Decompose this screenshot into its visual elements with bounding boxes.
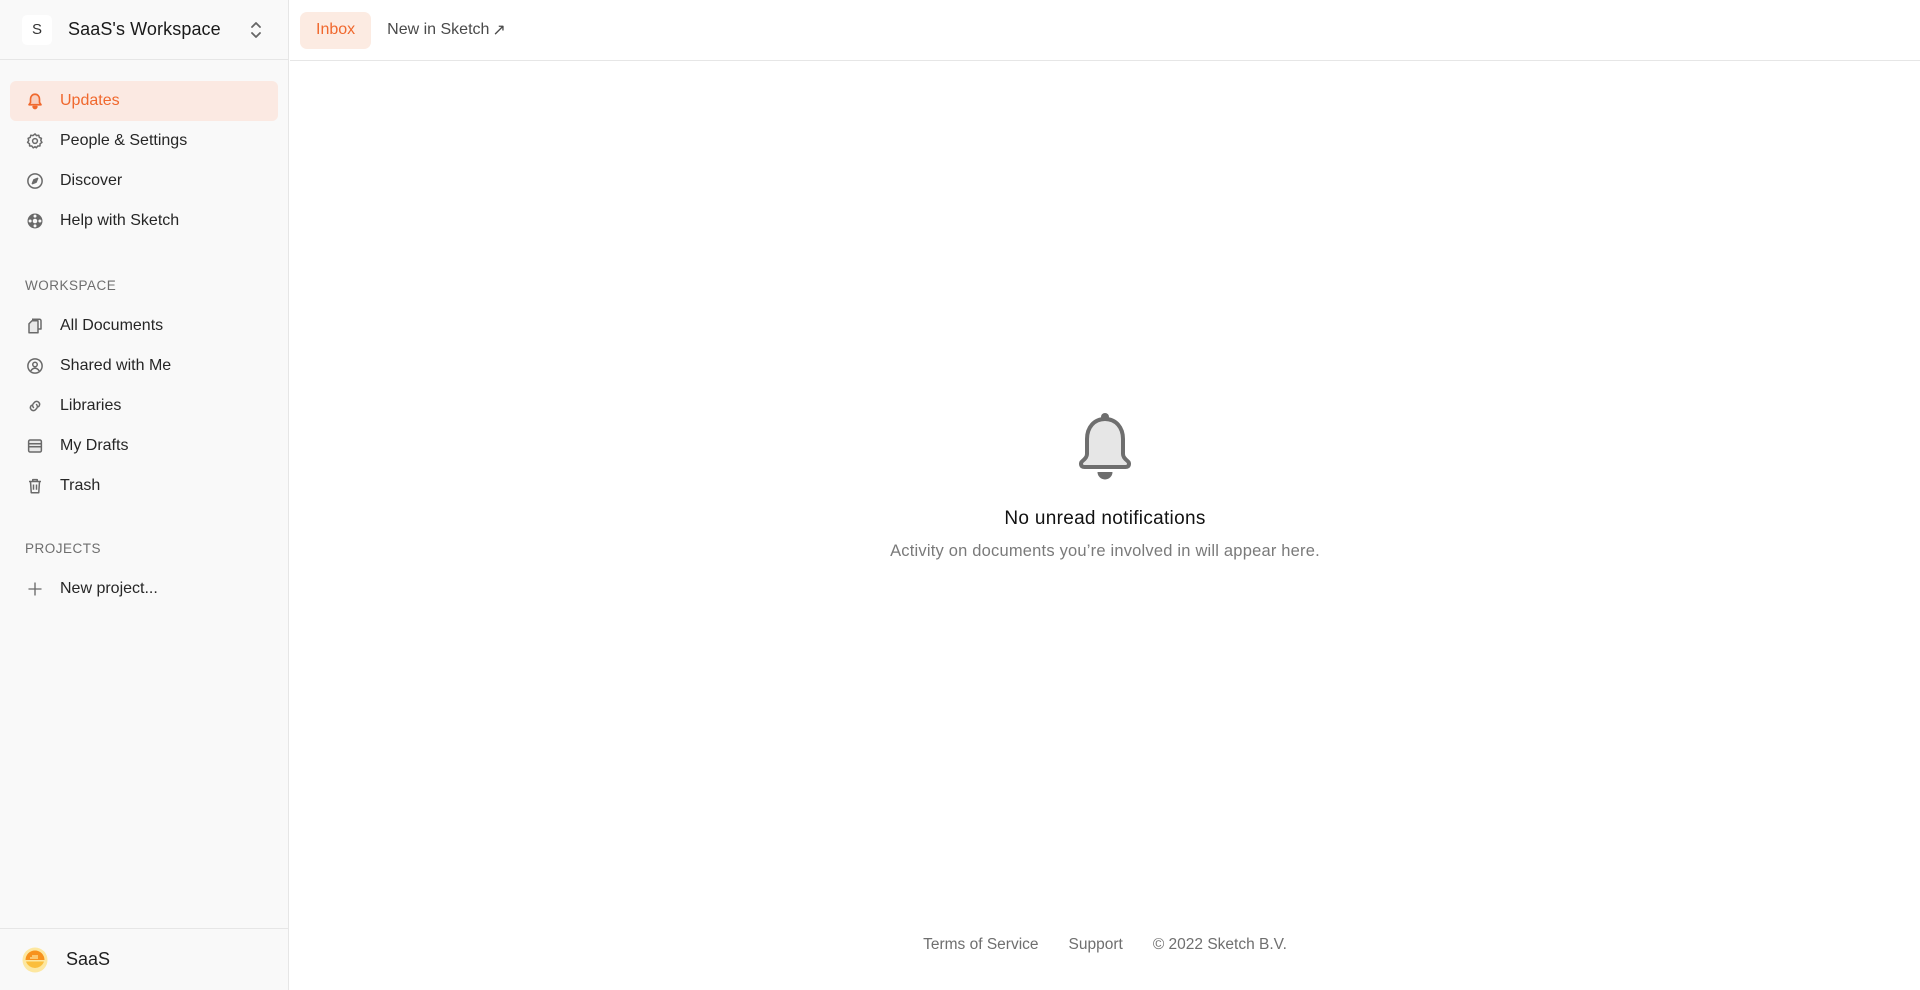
- trash-icon: [25, 476, 45, 496]
- empty-state: No unread notifications Activity on docu…: [290, 410, 1920, 561]
- compass-icon: [25, 171, 45, 191]
- sidebar-item-discover[interactable]: Discover: [10, 161, 278, 201]
- drafts-icon: [25, 436, 45, 456]
- lifebuoy-icon: [25, 211, 45, 231]
- sidebar-item-all-documents[interactable]: All Documents: [10, 306, 278, 346]
- sidebar-item-label: My Drafts: [60, 437, 129, 454]
- sidebar-item-label: Updates: [60, 92, 120, 109]
- primary-nav: Updates People & Settings Discover Help …: [0, 60, 288, 609]
- sidebar-item-label: Libraries: [60, 397, 122, 414]
- user-menu[interactable]: SaaS: [0, 928, 289, 990]
- user-avatar: [22, 947, 48, 973]
- support-link[interactable]: Support: [1069, 936, 1123, 954]
- sidebar-item-my-drafts[interactable]: My Drafts: [10, 426, 278, 466]
- top-bar: Inbox New in Sketch ↗: [290, 0, 1920, 61]
- link-icon: [25, 396, 45, 416]
- empty-state-subtitle: Activity on documents you’re involved in…: [890, 542, 1320, 560]
- sidebar-item-shared-with-me[interactable]: Shared with Me: [10, 346, 278, 386]
- plus-icon: [25, 579, 45, 599]
- gear-icon: [25, 131, 45, 151]
- new-project-label: New project...: [60, 580, 158, 597]
- user-name: SaaS: [66, 949, 111, 969]
- documents-icon: [25, 316, 45, 336]
- terms-of-service-link[interactable]: Terms of Service: [923, 936, 1038, 954]
- sidebar-item-label: Discover: [60, 172, 123, 189]
- sidebar: S SaaS's Workspace Updates People & Sett…: [0, 0, 289, 990]
- workspace-avatar: S: [22, 14, 52, 45]
- user-circle-icon: [25, 356, 45, 376]
- footer: Terms of Service Support © 2022 Sketch B…: [290, 936, 1920, 954]
- sidebar-item-help[interactable]: Help with Sketch: [10, 201, 278, 241]
- tab-new-in-sketch[interactable]: New in Sketch ↗: [371, 12, 522, 49]
- empty-state-title: No unread notifications: [1004, 508, 1206, 529]
- bell-icon: [1078, 413, 1132, 480]
- new-project-button[interactable]: New project...: [10, 569, 278, 609]
- tab-inbox[interactable]: Inbox: [300, 11, 372, 49]
- sidebar-item-label: Trash: [60, 477, 101, 494]
- sidebar-item-label: Help with Sketch: [60, 212, 180, 229]
- sidebar-item-libraries[interactable]: Libraries: [10, 386, 278, 426]
- workspace-switcher[interactable]: S SaaS's Workspace: [0, 0, 288, 60]
- workspace-name: SaaS's Workspace: [68, 19, 221, 39]
- workspace-section-label: WORKSPACE: [25, 277, 117, 293]
- sidebar-item-label: Shared with Me: [60, 357, 172, 374]
- sidebar-item-trash[interactable]: Trash: [10, 466, 278, 506]
- sidebar-item-label: People & Settings: [60, 132, 188, 149]
- tab-label: Inbox: [316, 21, 356, 38]
- copyright: © 2022 Sketch B.V.: [1152, 936, 1287, 953]
- projects-section-label: PROJECTS: [25, 540, 102, 556]
- chevron-up-down-icon[interactable]: [246, 19, 266, 41]
- sidebar-item-people-settings[interactable]: People & Settings: [10, 121, 278, 161]
- bell-icon: [25, 91, 45, 111]
- sidebar-item-updates[interactable]: Updates: [10, 81, 278, 121]
- tab-label: New in Sketch: [387, 21, 490, 38]
- external-link-icon: ↗: [492, 22, 506, 39]
- sidebar-item-label: All Documents: [60, 317, 164, 334]
